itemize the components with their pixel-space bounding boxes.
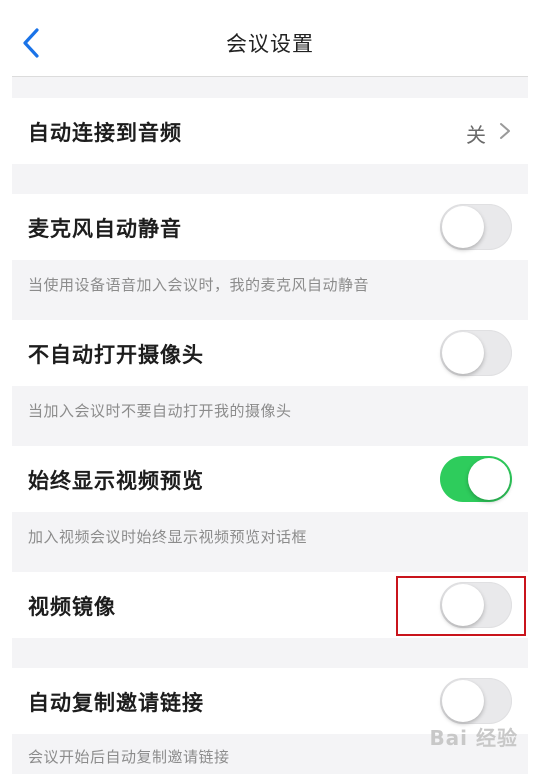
setting-label: 麦克风自动静音 (28, 217, 182, 241)
toggle-knob (442, 206, 484, 248)
toggle-knob (468, 458, 510, 500)
setting-label: 不自动打开摄像头 (28, 343, 204, 367)
chevron-right-icon (500, 123, 510, 139)
setting-no-camera: 不自动打开摄像头 (12, 320, 528, 386)
setting-auto-audio[interactable]: 自动连接到音频 关 (12, 98, 528, 164)
setting-label: 视频镜像 (28, 595, 116, 619)
setting-description: 当加入会议时不要自动打开我的摄像头 (12, 386, 528, 446)
setting-label: 自动复制邀请链接 (28, 691, 204, 715)
setting-description: 加入视频会议时始终显示视频预览对话框 (12, 512, 528, 572)
page-title: 会议设置 (226, 32, 314, 56)
watermark: Bai 经验 (429, 726, 518, 750)
setting-label: 始终显示视频预览 (28, 469, 204, 493)
settings-page: 会议设置 自动连接到音频 关 麦克风自动静音 当使用设备语音加入会议时，我的麦克… (12, 0, 528, 774)
nav-bar: 会议设置 (12, 0, 528, 77)
video-preview-toggle[interactable] (440, 456, 512, 502)
copy-invite-toggle[interactable] (440, 678, 512, 724)
mic-mute-toggle[interactable] (440, 204, 512, 250)
setting-mic-mute: 麦克风自动静音 (12, 194, 528, 260)
toggle-knob (442, 332, 484, 374)
setting-video-preview: 始终显示视频预览 (12, 446, 528, 512)
highlight-box (396, 576, 526, 636)
toggle-knob (442, 680, 484, 722)
setting-label: 自动连接到音频 (28, 121, 182, 145)
setting-value: 关 (466, 123, 486, 147)
description-text: 会议开始后自动复制邀请链接 (28, 748, 230, 766)
description-text: 加入视频会议时始终显示视频预览对话框 (28, 528, 308, 546)
description-text: 当使用设备语音加入会议时，我的麦克风自动静音 (28, 276, 370, 294)
setting-description: 当使用设备语音加入会议时，我的麦克风自动静音 (12, 260, 528, 320)
screen: 会议设置 自动连接到音频 关 麦克风自动静音 当使用设备语音加入会议时，我的麦克… (0, 0, 540, 774)
description-text: 当加入会议时不要自动打开我的摄像头 (28, 402, 292, 420)
no-camera-toggle[interactable] (440, 330, 512, 376)
